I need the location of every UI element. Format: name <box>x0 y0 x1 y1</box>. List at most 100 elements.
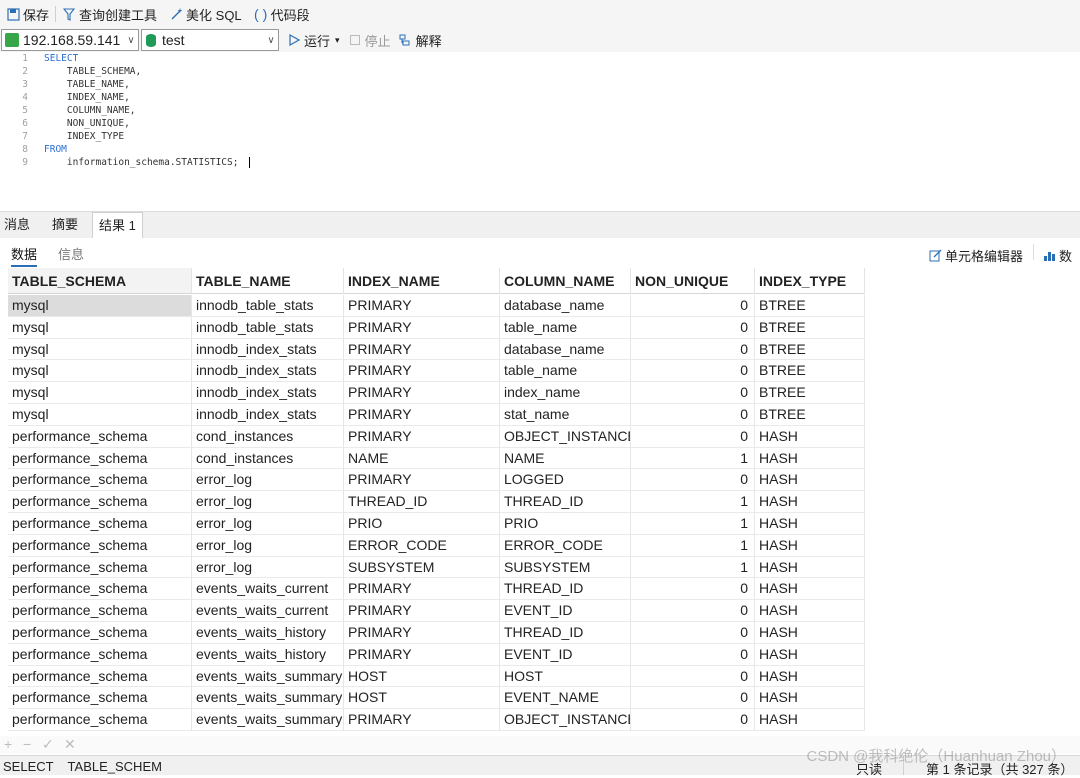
cell-index-name[interactable]: THREAD_ID <box>344 491 500 513</box>
cell-column-name[interactable]: THREAD_ID <box>500 491 631 513</box>
cell-index-type[interactable]: HASH <box>755 665 865 688</box>
column-header-table-schema[interactable]: TABLE_SCHEMA <box>8 268 192 294</box>
cell-index-type[interactable]: HASH <box>755 469 865 492</box>
cell-non-unique[interactable]: 0 <box>631 665 755 688</box>
table-row[interactable]: performance_schema events_waits_summary PR… <box>8 709 865 731</box>
cell-index-name[interactable]: PRIMARY <box>344 469 500 492</box>
cell-table-name[interactable]: innodb_index_stats <box>192 338 344 361</box>
cell-non-unique[interactable]: 0 <box>631 360 755 383</box>
cell-index-name[interactable]: NAME <box>344 447 500 470</box>
cell-index-type[interactable]: HASH <box>755 643 865 666</box>
cell-table-schema[interactable]: mysql <box>8 360 192 383</box>
add-record-icon[interactable]: + <box>4 736 12 752</box>
cell-table-schema[interactable]: performance_schema <box>8 709 192 731</box>
cell-table-name[interactable]: error_log <box>192 534 344 557</box>
cell-index-type[interactable]: HASH <box>755 425 865 448</box>
table-row[interactable]: performance_schema error_log PRIO PRIO 1 HASH <box>8 513 865 535</box>
cell-index-name[interactable]: PRIMARY <box>344 622 500 644</box>
cell-index-name[interactable]: HOST <box>344 687 500 710</box>
cell-column-name[interactable]: OBJECT_INSTANCE_ <box>500 709 631 731</box>
cell-non-unique[interactable]: 0 <box>631 687 755 710</box>
cell-index-type[interactable]: BTREE <box>755 360 865 383</box>
cell-index-name[interactable]: PRIMARY <box>344 404 500 426</box>
table-row[interactable]: performance_schema error_log SUBSYSTEM SUBS… <box>8 556 865 579</box>
cell-table-name[interactable]: innodb_index_stats <box>192 404 344 426</box>
cell-index-type[interactable]: HASH <box>755 578 865 601</box>
table-row[interactable]: performance_schema cond_instances NAME NAME… <box>8 447 865 470</box>
cell-table-name[interactable]: events_waits_summary <box>192 709 344 731</box>
cell-index-type[interactable]: HASH <box>755 447 865 470</box>
table-row[interactable]: performance_schema events_waits_current PR… <box>8 600 865 622</box>
cell-column-name[interactable]: index_name <box>500 382 631 404</box>
cell-column-name[interactable]: table_name <box>500 360 631 383</box>
cell-table-schema[interactable]: mysql <box>8 316 192 339</box>
cell-index-name[interactable]: HOST <box>344 665 500 688</box>
cell-table-name[interactable]: events_waits_current <box>192 578 344 601</box>
run-button[interactable]: 运行 ▾ <box>287 31 340 50</box>
table-row[interactable]: performance_schema events_waits_summary HO… <box>8 687 865 710</box>
cell-table-name[interactable]: events_waits_summary <box>192 665 344 688</box>
cell-table-name[interactable]: innodb_table_stats <box>192 295 344 317</box>
cell-table-schema[interactable]: performance_schema <box>8 643 192 666</box>
cell-table-schema[interactable]: mysql <box>8 338 192 361</box>
cell-non-unique[interactable]: 0 <box>631 600 755 622</box>
cell-non-unique[interactable]: 1 <box>631 534 755 557</box>
cell-column-name[interactable]: EVENT_ID <box>500 643 631 666</box>
cell-table-name[interactable]: error_log <box>192 491 344 513</box>
cell-column-name[interactable]: SUBSYSTEM <box>500 556 631 579</box>
cell-index-type[interactable]: HASH <box>755 622 865 644</box>
column-header-non-unique[interactable]: NON_UNIQUE <box>631 268 755 294</box>
cell-index-type[interactable]: HASH <box>755 600 865 622</box>
sql-editor[interactable]: 1 2 3 4 5 6 7 8 9 SELECT TABLE_SCHEMA, T… <box>0 52 1080 210</box>
cell-table-name[interactable]: events_waits_history <box>192 643 344 666</box>
cell-table-name[interactable]: innodb_index_stats <box>192 360 344 383</box>
tab-result-1[interactable]: 结果 1 <box>92 212 143 239</box>
apply-changes-icon[interactable]: ✓ <box>42 736 54 753</box>
cell-index-name[interactable]: PRIMARY <box>344 709 500 731</box>
cell-column-name[interactable]: stat_name <box>500 404 631 426</box>
cell-index-name[interactable]: PRIMARY <box>344 295 500 317</box>
cell-table-schema[interactable]: performance_schema <box>8 425 192 448</box>
cell-index-type[interactable]: BTREE <box>755 316 865 339</box>
database-select[interactable]: test ∨ <box>141 29 279 51</box>
cell-index-name[interactable]: PRIMARY <box>344 382 500 404</box>
chevron-down-icon[interactable]: ∨ <box>124 35 138 46</box>
cell-table-schema[interactable]: performance_schema <box>8 534 192 557</box>
subtab-info[interactable]: 信息 <box>58 244 84 263</box>
table-row[interactable]: performance_schema error_log PRIMARY LOGGED… <box>8 469 865 492</box>
cell-column-name[interactable]: OBJECT_INSTANCE_ <box>500 425 631 448</box>
cell-non-unique[interactable]: 1 <box>631 513 755 535</box>
cell-table-name[interactable]: innodb_table_stats <box>192 316 344 339</box>
cell-column-name[interactable]: EVENT_ID <box>500 600 631 622</box>
cell-non-unique[interactable]: 0 <box>631 469 755 492</box>
code-snippet-button[interactable]: ( ) 代码段 <box>254 5 310 24</box>
cell-index-type[interactable]: HASH <box>755 687 865 710</box>
cell-table-name[interactable]: error_log <box>192 513 344 535</box>
cell-table-schema[interactable]: mysql <box>8 295 192 317</box>
cell-table-schema[interactable]: performance_schema <box>8 447 192 470</box>
run-dropdown-icon[interactable]: ▾ <box>335 35 340 46</box>
connection-select[interactable]: 192.168.59.141 ∨ <box>1 29 139 51</box>
cell-column-name[interactable]: table_name <box>500 316 631 339</box>
cell-column-name[interactable]: EVENT_NAME <box>500 687 631 710</box>
cell-table-schema[interactable]: performance_schema <box>8 556 192 579</box>
cell-table-name[interactable]: cond_instances <box>192 447 344 470</box>
tab-summary[interactable]: 摘要 <box>52 212 78 238</box>
cell-table-name[interactable]: error_log <box>192 469 344 492</box>
cell-non-unique[interactable]: 1 <box>631 447 755 470</box>
cell-table-schema[interactable]: performance_schema <box>8 665 192 688</box>
cell-column-name[interactable]: LOGGED <box>500 469 631 492</box>
cell-column-name[interactable]: THREAD_ID <box>500 622 631 644</box>
table-row[interactable]: performance_schema error_log THREAD_ID THRE… <box>8 491 865 513</box>
tab-messages[interactable]: 消息 <box>4 212 30 238</box>
cell-table-schema[interactable]: mysql <box>8 382 192 404</box>
table-row[interactable]: mysql innodb_index_stats PRIMARY stat_name 0… <box>8 404 865 426</box>
cell-non-unique[interactable]: 0 <box>631 425 755 448</box>
table-row[interactable]: mysql innodb_index_stats PRIMARY database_n… <box>8 338 865 361</box>
cell-index-type[interactable]: HASH <box>755 534 865 557</box>
cell-non-unique[interactable]: 1 <box>631 491 755 513</box>
cell-column-name[interactable]: THREAD_ID <box>500 578 631 601</box>
column-header-column-name[interactable]: COLUMN_NAME <box>500 268 631 294</box>
cell-non-unique[interactable]: 0 <box>631 578 755 601</box>
cell-table-schema[interactable]: performance_schema <box>8 513 192 535</box>
